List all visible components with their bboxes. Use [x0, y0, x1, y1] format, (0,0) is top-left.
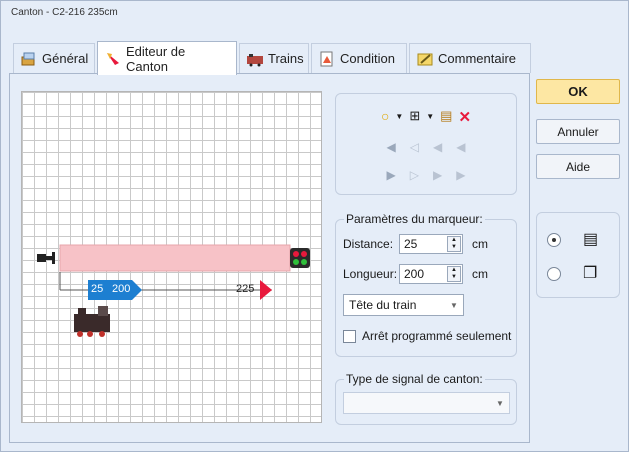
distance-label: Distance: [343, 237, 394, 251]
length-unit: cm [472, 267, 488, 281]
train-icon [74, 306, 110, 337]
trains-icon [246, 51, 264, 67]
signal-type-select[interactable]: ▼ [343, 392, 510, 414]
nav-last-icon[interactable]: ▶ [456, 168, 465, 182]
signal-icon [290, 248, 310, 268]
window-title: Canton - C2-216 235cm [11, 7, 118, 18]
position-select[interactable]: Tête du train ▼ [343, 294, 464, 316]
circle-marker-icon[interactable]: ○ [381, 108, 389, 126]
nav-next-icon[interactable]: ▶ [387, 168, 396, 182]
group-label: Type de signal de canton: [344, 372, 485, 386]
stack-view-icon: ❐ [583, 265, 598, 282]
red-marker [260, 280, 272, 300]
view-list-radio[interactable] [547, 233, 561, 247]
tab-label: Trains [268, 51, 304, 66]
properties-icon[interactable]: ▤ [440, 108, 452, 126]
spin-buttons-icon[interactable]: ▲ ▼ [447, 266, 461, 282]
checkbox-label: Arrêt programmé seulement [362, 329, 512, 343]
view-stack-radio[interactable] [547, 267, 561, 281]
tab-editeur-de-canton[interactable]: Editeur de Canton [97, 41, 237, 75]
position-value: Tête du train [349, 298, 417, 312]
nav-last-left-icon[interactable]: ◀ [456, 140, 465, 154]
tab-label: Editeur de Canton [126, 43, 186, 74]
editor-icon [104, 51, 122, 67]
tab-commentaire[interactable]: Commentaire [409, 43, 531, 73]
dropdown-arrow-icon[interactable]: ▼ [426, 108, 434, 126]
help-button[interactable]: Aide [536, 154, 620, 179]
move-icon[interactable]: ⊞ [409, 108, 420, 126]
list-view-icon: ▤ [583, 231, 599, 248]
comment-icon [416, 51, 434, 67]
tab-label: Condition [340, 51, 395, 66]
nav-prev2-icon[interactable]: ◀ [433, 140, 442, 154]
canton-track [59, 244, 291, 272]
nav-next3-icon[interactable]: ▶ [433, 168, 442, 182]
buffer-stop-icon [37, 252, 55, 264]
general-icon [20, 51, 38, 67]
view-options-group: ▤ ❐ [536, 212, 620, 298]
tab-general[interactable]: Général [13, 43, 95, 73]
marker-params-group: Paramètres du marqueur: Distance: 25 ▲ ▼ … [335, 212, 517, 357]
tab-condition[interactable]: Condition [311, 43, 407, 73]
tab-trains[interactable]: Trains [239, 43, 309, 73]
tab-label: Commentaire [438, 51, 517, 66]
nav-prev-icon[interactable]: ◁ [410, 140, 419, 154]
tab-label: Général [42, 51, 89, 66]
cancel-button[interactable]: Annuler [536, 119, 620, 144]
ok-button[interactable]: OK [536, 79, 620, 104]
chevron-down-icon: ▼ [496, 398, 504, 408]
signal-type-group: Type de signal de canton: ▼ [335, 372, 517, 425]
dialog-window: Canton - C2-216 235cm Général Editeur de… [0, 0, 629, 452]
group-label: Paramètres du marqueur: [344, 212, 485, 226]
length-label: Longueur: [343, 267, 398, 281]
length-field[interactable]: 200 ▲ ▼ [399, 264, 463, 284]
spin-buttons-icon[interactable]: ▲ ▼ [447, 236, 461, 252]
distance-unit: cm [472, 237, 488, 251]
delete-icon[interactable]: ✕ [458, 108, 471, 126]
dropdown-arrow-icon[interactable]: ▼ [395, 108, 403, 126]
nav-first-icon[interactable]: ◀ [387, 140, 396, 154]
length-value: 200 [404, 267, 425, 281]
nav-next2-icon[interactable]: ▷ [410, 168, 419, 182]
canvas-drawing [37, 244, 310, 337]
marker-label-25: 25 [91, 283, 104, 295]
distance-field[interactable]: 25 ▲ ▼ [399, 234, 463, 254]
condition-icon [318, 51, 336, 67]
canton-canvas[interactable]: 25 200 225 [21, 91, 322, 423]
marker-label-200: 200 [112, 283, 131, 295]
distance-value: 25 [404, 237, 418, 251]
marker-toolbar: ○ ▼ ⊞ ▼ ▤ ✕ ◀ ◁ ◀ ◀ ▶ ▷ ▶ ▶ [335, 93, 517, 195]
chevron-down-icon: ▼ [450, 300, 458, 310]
marker-label-225: 225 [236, 283, 255, 295]
scheduled-stop-checkbox[interactable] [343, 330, 356, 343]
